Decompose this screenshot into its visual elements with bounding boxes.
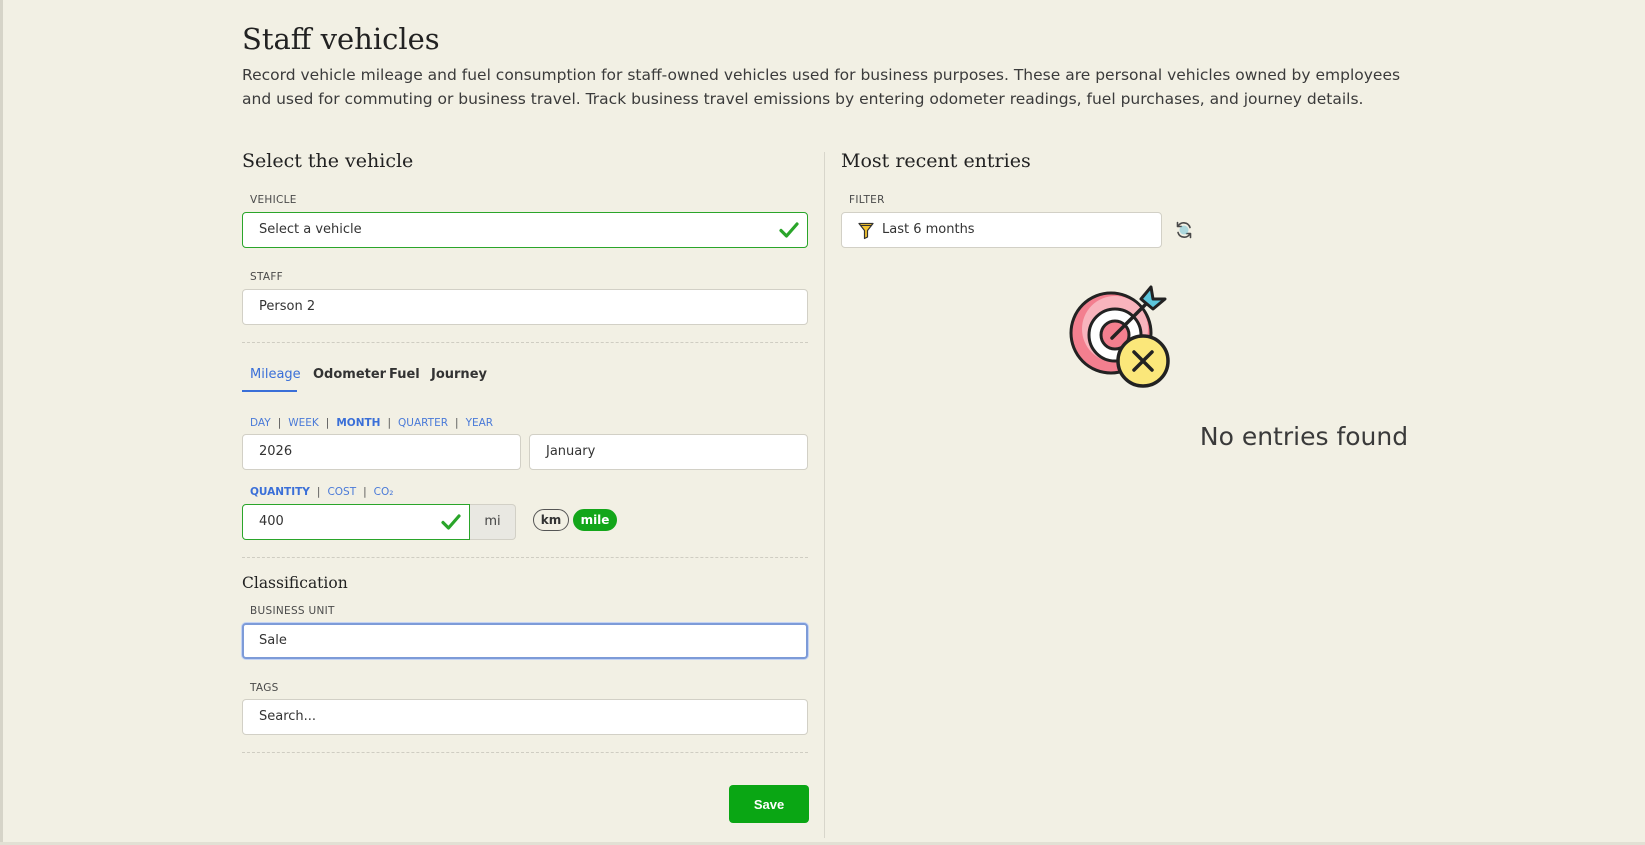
refresh-icon[interactable] <box>1174 220 1194 240</box>
measure-selector: QUANTITY | COST | CO₂ <box>250 486 394 498</box>
tags-label: TAGS <box>250 682 279 694</box>
period-month[interactable]: MONTH <box>336 417 380 429</box>
quantity-input[interactable]: 400 <box>242 504 470 540</box>
check-icon <box>779 222 799 238</box>
filter-label: FILTER <box>849 194 885 206</box>
unit-mile-toggle[interactable]: mile <box>573 509 617 531</box>
measure-co2[interactable]: CO₂ <box>374 486 394 498</box>
quantity-unit: mi <box>470 504 516 540</box>
vehicle-select[interactable]: Select a vehicle <box>242 212 808 248</box>
filter-select[interactable]: Last 6 months <box>841 212 1162 248</box>
section-divider <box>242 557 808 558</box>
funnel-icon <box>858 222 874 240</box>
measure-cost[interactable]: COST <box>327 486 356 498</box>
business-unit-value: Sale <box>259 633 287 648</box>
empty-state-text: No entries found <box>1199 422 1409 451</box>
staff-select[interactable]: Person 2 <box>242 289 808 325</box>
staff-label: STAFF <box>250 271 284 283</box>
month-select[interactable]: January <box>529 434 808 470</box>
active-tab-indicator <box>242 390 297 392</box>
staff-select-value: Person 2 <box>259 299 316 314</box>
period-week[interactable]: WEEK <box>288 417 319 429</box>
business-unit-select[interactable]: Sale <box>242 623 808 659</box>
tab-mileage[interactable]: Mileage <box>250 364 301 390</box>
vehicle-label: VEHICLE <box>250 194 297 206</box>
vehicle-select-value: Select a vehicle <box>259 222 362 237</box>
business-unit-label: BUSINESS UNIT <box>250 605 335 617</box>
period-selector: DAY | WEEK | MONTH | QUARTER | YEAR <box>250 417 494 429</box>
tags-input[interactable]: Search... <box>242 699 808 735</box>
section-divider <box>242 752 808 753</box>
check-icon <box>441 514 461 530</box>
select-vehicle-heading: Select the vehicle <box>242 150 414 172</box>
window-edge <box>0 0 3 845</box>
column-divider <box>824 152 825 838</box>
tab-odometer[interactable]: Odometer <box>313 364 386 390</box>
period-quarter[interactable]: QUARTER <box>398 417 448 429</box>
quantity-input-value: 400 <box>259 514 284 529</box>
unit-km-toggle[interactable]: km <box>533 509 569 531</box>
classification-heading: Classification <box>242 574 348 592</box>
year-select-value: 2026 <box>259 444 293 459</box>
filter-value: Last 6 months <box>882 222 975 237</box>
recent-entries-heading: Most recent entries <box>841 150 1031 172</box>
page-description: Record vehicle mileage and fuel consumpt… <box>242 66 1401 108</box>
tab-fuel[interactable]: Fuel <box>389 364 420 390</box>
period-day[interactable]: DAY <box>250 417 271 429</box>
measure-quantity[interactable]: QUANTITY <box>250 486 310 498</box>
period-year[interactable]: YEAR <box>466 417 494 429</box>
target-missed-icon <box>1069 285 1170 388</box>
section-divider <box>242 342 808 343</box>
month-select-value: January <box>546 444 596 459</box>
page-title: Staff vehicles <box>242 22 440 56</box>
save-button[interactable]: Save <box>729 785 809 823</box>
tab-journey[interactable]: Journey <box>431 364 487 390</box>
tags-placeholder: Search... <box>259 709 317 724</box>
year-select[interactable]: 2026 <box>242 434 521 470</box>
